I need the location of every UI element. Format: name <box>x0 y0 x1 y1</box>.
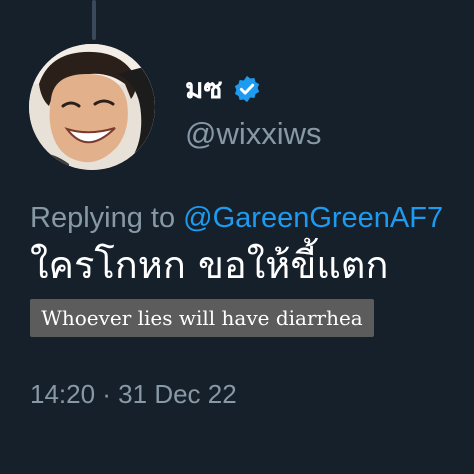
display-name-row: มซ <box>185 70 262 108</box>
user-handle[interactable]: @wixxiws <box>185 114 322 154</box>
display-name[interactable]: มซ <box>185 70 222 108</box>
tweet-timestamp[interactable]: 14:20 · 31 Dec 22 <box>30 376 237 412</box>
translation-caption: Whoever lies will have diarrhea <box>30 299 374 337</box>
replying-to-label: Replying to <box>30 202 184 234</box>
verified-badge-icon <box>232 74 262 104</box>
replying-to-line: Replying to @GareenGreenAF7 <box>30 200 443 236</box>
reply-mention-link[interactable]: @GareenGreenAF7 <box>183 202 443 234</box>
tweet-text: ใครโกหก ขอให้ขี้แตก <box>30 243 389 287</box>
thread-connector-line <box>92 0 96 40</box>
avatar-photo <box>29 44 155 170</box>
avatar[interactable] <box>29 44 155 170</box>
